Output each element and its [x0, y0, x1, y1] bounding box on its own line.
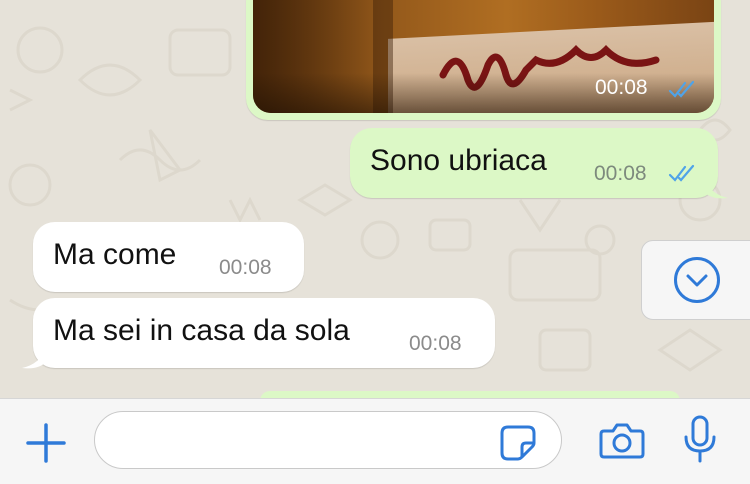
- camera-button[interactable]: [598, 419, 646, 463]
- microphone-button[interactable]: [680, 415, 720, 467]
- sticker-button[interactable]: [500, 421, 540, 461]
- plus-icon: [26, 423, 66, 463]
- sticker-icon: [500, 425, 536, 461]
- message-time: 00:08: [409, 332, 462, 355]
- message-composer: [0, 398, 750, 484]
- double-check-icon: [668, 164, 695, 182]
- message-text: Ma come: [53, 238, 177, 271]
- message-time: 00:08: [594, 162, 647, 185]
- double-check-icon: [668, 80, 695, 98]
- chat-background: 00:08 Sono ubriaca 00:08 Ma come 00:08 M…: [0, 0, 750, 398]
- outgoing-message-partial: [260, 391, 680, 398]
- camera-icon: [599, 423, 645, 459]
- message-time: 00:08: [219, 256, 272, 279]
- scroll-to-bottom-button[interactable]: [641, 240, 750, 320]
- bubble-tail: [704, 178, 728, 199]
- outgoing-text-message[interactable]: Sono ubriaca 00:08: [350, 128, 718, 198]
- outgoing-image-message[interactable]: 00:08: [246, 0, 721, 120]
- microphone-icon: [684, 415, 716, 463]
- incoming-text-message[interactable]: Ma come 00:08: [33, 222, 304, 292]
- bubble-tail: [22, 348, 46, 369]
- incoming-text-message[interactable]: Ma sei in casa da sola 00:08: [33, 298, 495, 368]
- message-time: 00:08: [595, 76, 648, 99]
- message-input[interactable]: [94, 411, 562, 469]
- chevron-down-circle-icon: [674, 257, 720, 303]
- message-text: Ma sei in casa da sola: [53, 314, 350, 347]
- message-text: Sono ubriaca: [370, 144, 547, 177]
- attach-button[interactable]: [24, 421, 68, 465]
